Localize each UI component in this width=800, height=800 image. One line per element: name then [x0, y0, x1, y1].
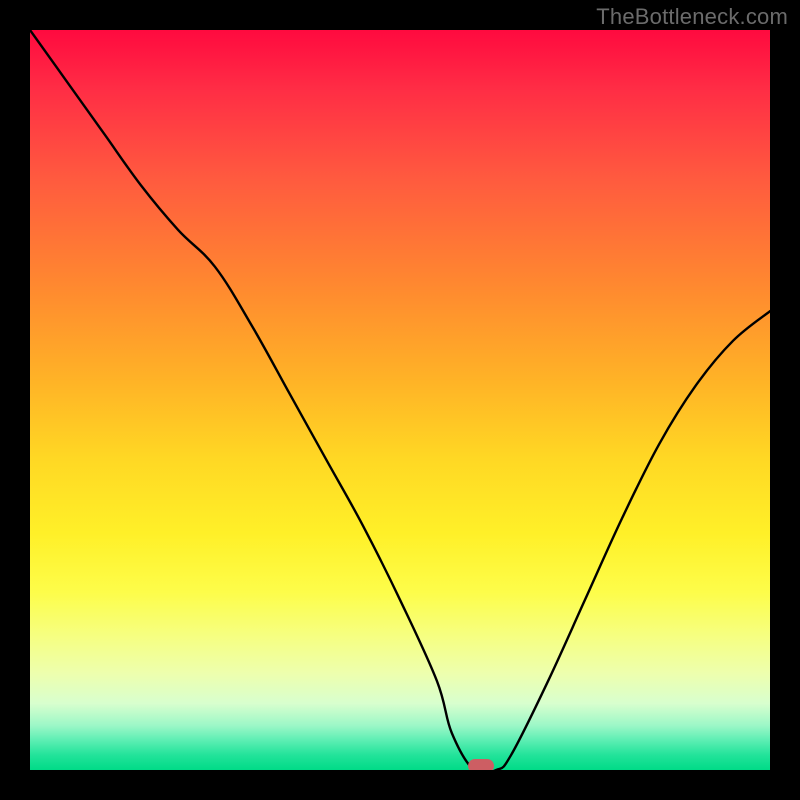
plot-area	[30, 30, 770, 770]
watermark-text: TheBottleneck.com	[596, 4, 788, 30]
minimum-marker	[468, 759, 494, 770]
chart-frame: TheBottleneck.com	[0, 0, 800, 800]
bottleneck-curve	[30, 30, 770, 770]
